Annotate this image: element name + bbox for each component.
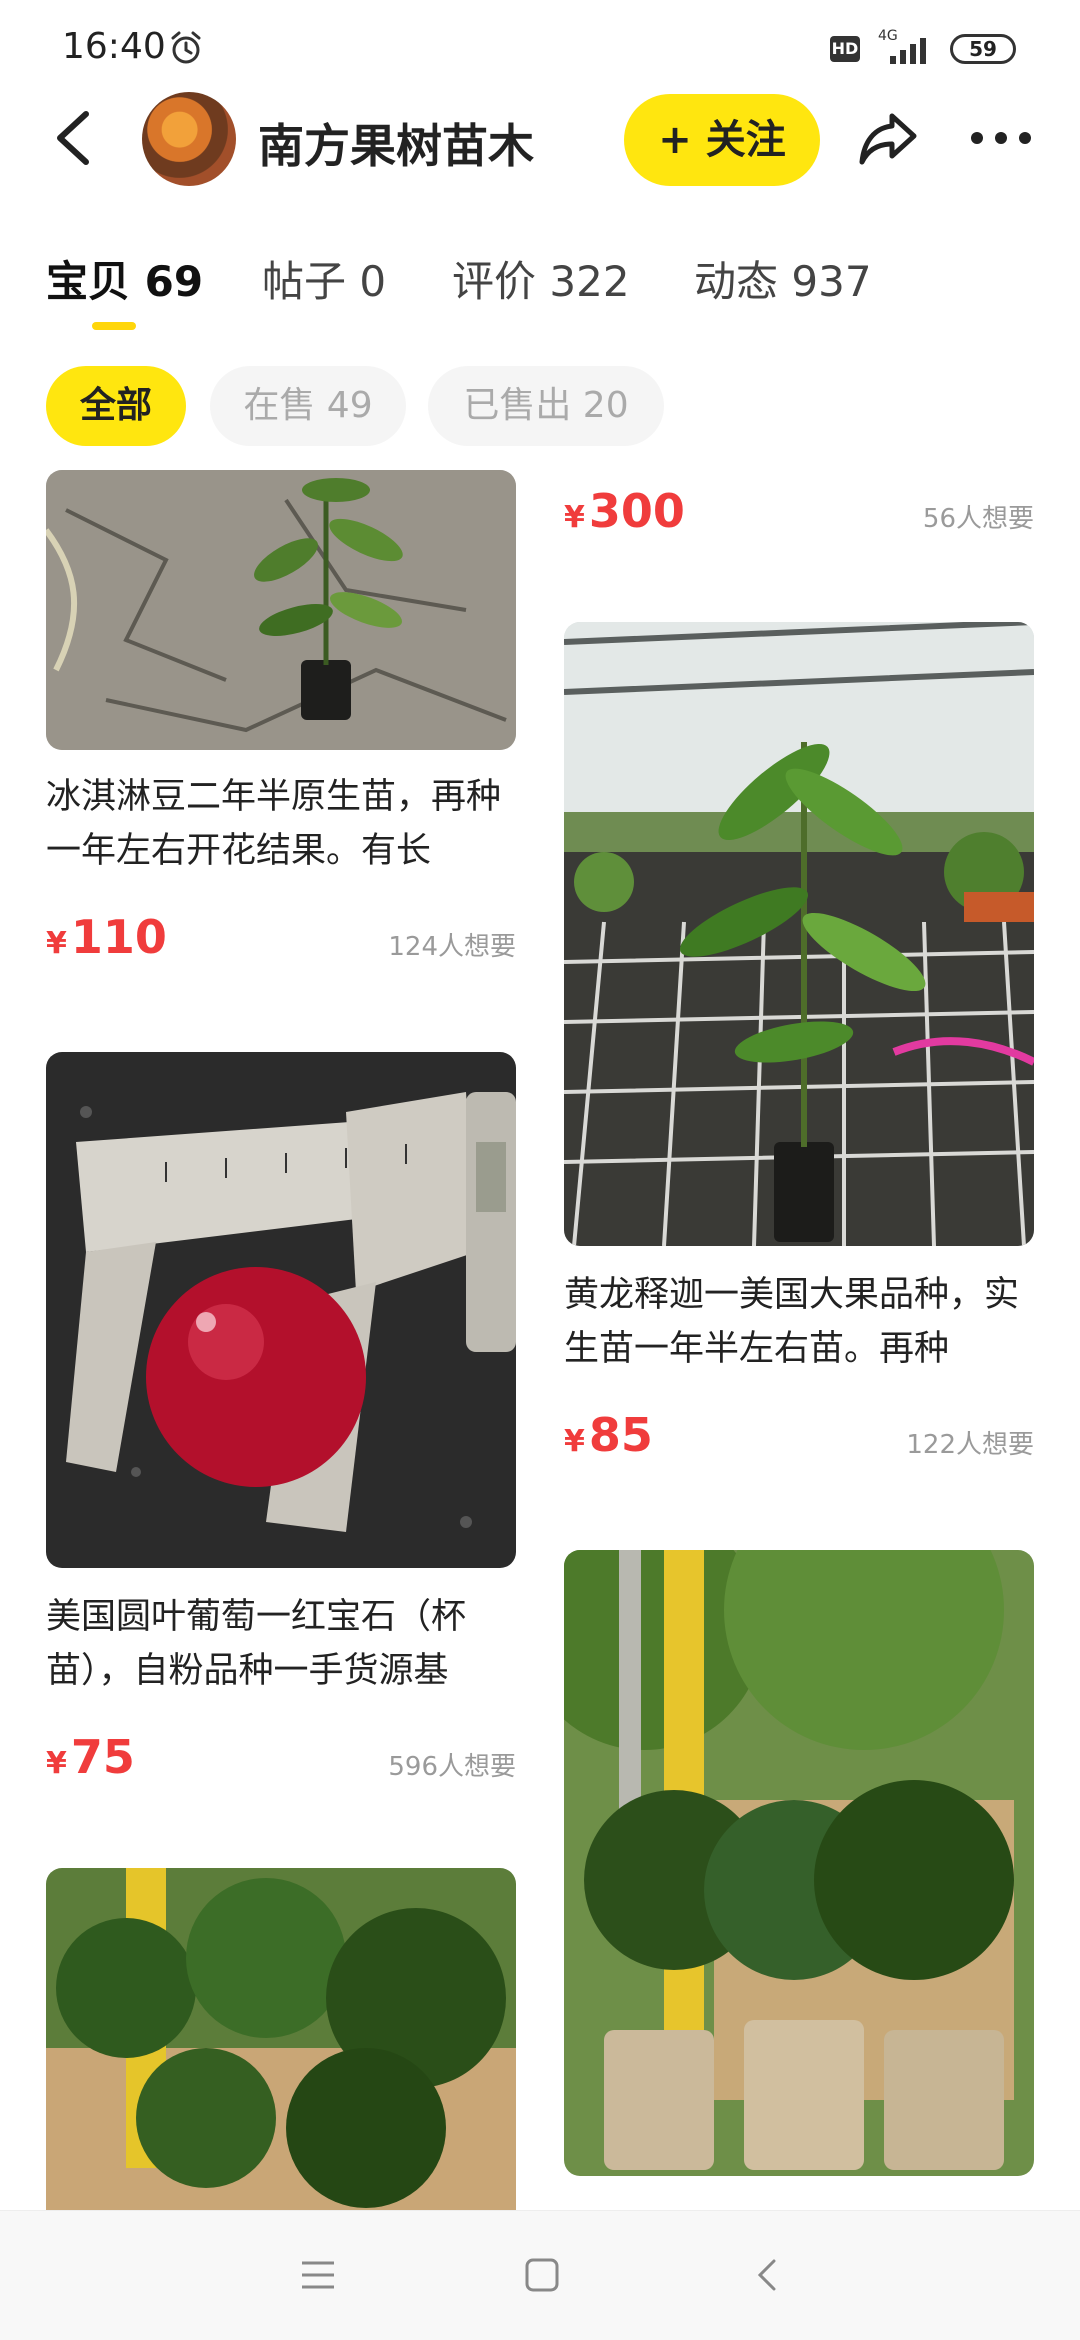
product-image[interactable] <box>564 622 1034 1246</box>
shop-name[interactable]: 南方果树苗木 <box>258 110 534 176</box>
back-nav-icon[interactable] <box>748 2255 788 2295</box>
tab-activity-label: 动态 <box>694 257 779 306</box>
product-title[interactable]: 美国圆叶葡萄一红宝石（杯苗），自粉品种一手货源基 <box>46 1590 516 1698</box>
share-icon[interactable] <box>856 108 920 168</box>
product-title[interactable]: 黄龙释迦一美国大果品种，实生苗一年半左右苗。再种 <box>564 1268 1034 1376</box>
product-image[interactable] <box>564 1550 1034 2176</box>
wants-count: 122人想要 <box>906 1430 1034 1460</box>
currency-symbol: ¥ <box>564 1424 585 1459</box>
filter-all[interactable]: 全部 <box>46 366 186 446</box>
currency-symbol: ¥ <box>46 1746 67 1781</box>
more-icon[interactable] <box>968 120 1034 156</box>
tab-posts-label: 帖子 <box>262 257 347 306</box>
tab-posts[interactable]: 帖子 0 <box>262 248 386 309</box>
wants-count: 56人想要 <box>922 504 1034 534</box>
product-image[interactable] <box>46 1868 516 2210</box>
system-nav-bar <box>0 2210 1080 2340</box>
filter-on-sale[interactable]: 在售 49 <box>210 366 406 446</box>
price-value: 300 <box>588 484 685 538</box>
price-value: 75 <box>70 1730 135 1784</box>
tab-activity-count: 937 <box>791 257 872 306</box>
tab-posts-count: 0 <box>359 257 387 306</box>
wants-count: 596人想要 <box>388 1752 516 1782</box>
product-price: ¥75 <box>46 1730 135 1784</box>
back-icon[interactable] <box>46 106 106 170</box>
product-price: ¥85 <box>564 1408 653 1462</box>
tab-activity[interactable]: 动态 937 <box>694 248 872 309</box>
tab-items[interactable]: 宝贝 69 <box>46 248 203 309</box>
product-image[interactable] <box>46 470 516 750</box>
product-title[interactable]: 冰淇淋豆二年半原生苗，再种一年左右开花结果。有长 <box>46 770 516 878</box>
follow-button[interactable]: + 关注 <box>624 94 820 186</box>
status-time: 16:40 <box>62 26 166 67</box>
price-value: 85 <box>588 1408 653 1462</box>
product-price: ¥110 <box>46 910 167 964</box>
price-value: 110 <box>70 910 167 964</box>
product-feed: 冰淇淋豆二年半原生苗，再种一年左右开花结果。有长 ¥110 124人想要 美国圆… <box>0 470 1080 2210</box>
tab-reviews-label: 评价 <box>452 257 537 306</box>
product-price: ¥300 <box>564 484 685 538</box>
shop-avatar[interactable] <box>142 92 236 186</box>
currency-symbol: ¥ <box>564 500 585 535</box>
tab-reviews-count: 322 <box>549 257 630 306</box>
alarm-icon <box>171 31 201 64</box>
tab-indicator <box>92 322 136 330</box>
battery-icon: 59 <box>950 34 1016 64</box>
menu-icon[interactable] <box>298 2255 338 2295</box>
product-image[interactable] <box>46 1052 516 1568</box>
shop-tabs: 宝贝 69 帖子 0 评价 322 动态 937 <box>0 236 1080 336</box>
shop-header: 南方果树苗木 + 关注 <box>0 90 1080 190</box>
signal-icon <box>890 38 926 64</box>
tab-items-count: 69 <box>144 257 204 306</box>
filter-sold[interactable]: 已售出 20 <box>428 366 664 446</box>
hd-badge: HD <box>830 36 860 62</box>
wants-count: 124人想要 <box>388 932 516 962</box>
home-icon[interactable] <box>522 2255 562 2295</box>
tab-reviews[interactable]: 评价 322 <box>452 248 630 309</box>
status-bar: 16:40 HD 4G 59 <box>0 0 1080 90</box>
tab-items-label: 宝贝 <box>46 257 131 306</box>
currency-symbol: ¥ <box>46 926 67 961</box>
